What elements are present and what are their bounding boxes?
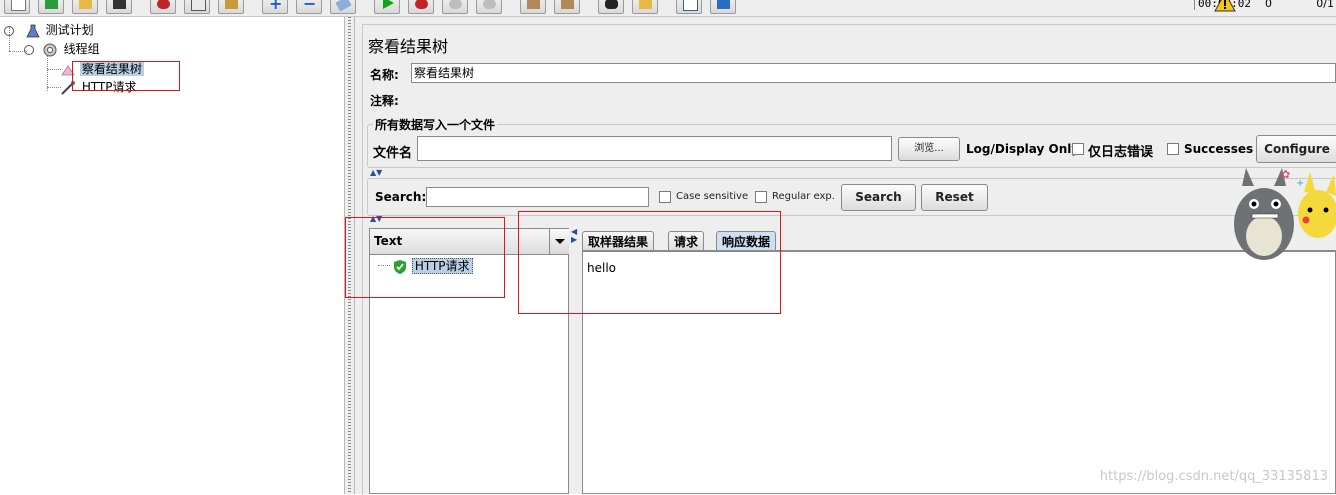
minus-icon: − bbox=[303, 0, 317, 13]
templates-icon bbox=[45, 0, 58, 9]
flask-icon bbox=[26, 24, 40, 37]
play-icon bbox=[383, 0, 394, 9]
play-no-timer-icon bbox=[415, 0, 428, 9]
help-icon bbox=[717, 0, 730, 9]
tree-item-label: 线程组 bbox=[63, 42, 100, 56]
clear-all-button[interactable] bbox=[554, 0, 580, 14]
reset-search-button[interactable] bbox=[632, 0, 658, 14]
tree-item-label: 测试计划 bbox=[45, 23, 94, 37]
search-label: Search: bbox=[375, 190, 427, 204]
log-display-only-label: Log/Display Only: bbox=[966, 142, 1084, 156]
comment-field[interactable] bbox=[411, 89, 1336, 109]
watermark: https://blog.csdn.net/qq_33135813 bbox=[1099, 469, 1328, 484]
stop-button[interactable] bbox=[442, 0, 468, 14]
tree-item-test-plan[interactable]: 测试计划 bbox=[4, 22, 96, 39]
tree-connector bbox=[47, 69, 61, 70]
gear-icon bbox=[43, 43, 57, 56]
shutdown-button[interactable] bbox=[476, 0, 502, 14]
function-helper-button[interactable] bbox=[676, 0, 702, 14]
filename-label: 文件名 bbox=[373, 146, 413, 161]
shutdown-icon bbox=[483, 0, 496, 9]
open-button[interactable] bbox=[72, 0, 98, 14]
collapse-arrows-icon[interactable]: ▲▼ bbox=[370, 168, 382, 177]
search-input[interactable] bbox=[426, 187, 649, 207]
stop-icon bbox=[449, 0, 462, 9]
regex-label: Regular exp. bbox=[772, 191, 835, 202]
reset-button[interactable]: Reset bbox=[921, 184, 988, 211]
warning-icon[interactable] bbox=[1214, 0, 1236, 12]
folder-icon bbox=[79, 0, 92, 9]
floppy-disk-icon bbox=[113, 0, 126, 9]
expand-toggle-icon[interactable] bbox=[4, 25, 14, 36]
regex-checkbox[interactable] bbox=[755, 191, 767, 203]
toolbar: + − 00:00:02 0 0/1 bbox=[0, 0, 1336, 17]
new-plan-button[interactable] bbox=[4, 0, 30, 14]
svg-text:+: + bbox=[1296, 178, 1304, 189]
cut-button[interactable] bbox=[150, 0, 176, 14]
search-tree-button[interactable] bbox=[598, 0, 624, 14]
templates-button[interactable] bbox=[38, 0, 64, 14]
panel-title: 察看结果树 bbox=[368, 37, 449, 56]
list-icon bbox=[683, 0, 698, 11]
errors-only-checkbox[interactable] bbox=[1072, 143, 1084, 155]
successes-label: Successes bbox=[1184, 142, 1254, 156]
eraser-icon bbox=[639, 0, 652, 9]
collapse-all-button[interactable]: − bbox=[296, 0, 322, 14]
toggle-button[interactable] bbox=[330, 0, 356, 14]
new-file-icon bbox=[11, 0, 26, 11]
name-label: 名称: bbox=[370, 68, 399, 82]
binoculars-icon bbox=[605, 0, 618, 9]
expand-all-button[interactable]: + bbox=[262, 0, 288, 14]
mascot-stickers-icon: ✿ + bbox=[1234, 168, 1336, 260]
browse-button[interactable]: 浏览... bbox=[898, 137, 960, 161]
warning-count: 0 bbox=[1265, 0, 1272, 10]
case-sensitive-label: Case sensitive bbox=[676, 191, 749, 202]
search-button[interactable]: Search bbox=[841, 184, 916, 211]
broom-all-icon bbox=[561, 0, 574, 9]
svg-text:✿: ✿ bbox=[1281, 168, 1290, 181]
copy-button[interactable] bbox=[184, 0, 210, 14]
annotation-box bbox=[72, 61, 180, 91]
name-field[interactable]: 察看结果树 bbox=[411, 63, 1336, 83]
save-button[interactable] bbox=[106, 0, 132, 14]
plus-icon: + bbox=[269, 0, 283, 13]
clipboard-icon bbox=[225, 0, 238, 9]
write-to-file-group-title: 所有数据写入一个文件 bbox=[373, 116, 498, 133]
scissors-icon bbox=[157, 0, 170, 9]
annotation-box bbox=[518, 211, 781, 314]
thread-count: 0/1 bbox=[1316, 0, 1334, 10]
errors-only-label: 仅日志错误 bbox=[1088, 145, 1154, 160]
start-button[interactable] bbox=[374, 0, 400, 14]
help-button[interactable] bbox=[710, 0, 736, 14]
filename-field[interactable] bbox=[417, 136, 892, 161]
clear-button[interactable] bbox=[520, 0, 546, 14]
start-no-pause-button[interactable] bbox=[408, 0, 434, 14]
annotation-box bbox=[345, 217, 505, 298]
successes-checkbox[interactable] bbox=[1167, 143, 1179, 155]
case-sensitive-checkbox[interactable] bbox=[659, 191, 671, 203]
expand-toggle-icon[interactable] bbox=[24, 44, 34, 55]
paste-button[interactable] bbox=[218, 0, 244, 14]
broom-icon bbox=[527, 0, 540, 9]
copy-icon bbox=[191, 0, 206, 11]
comment-label: 注释: bbox=[370, 94, 399, 108]
wand-icon bbox=[335, 0, 352, 12]
configure-button[interactable]: Configure bbox=[1256, 135, 1336, 163]
tree-item-thread-group[interactable]: 线程组 bbox=[24, 41, 102, 58]
tree-connector bbox=[47, 87, 61, 88]
